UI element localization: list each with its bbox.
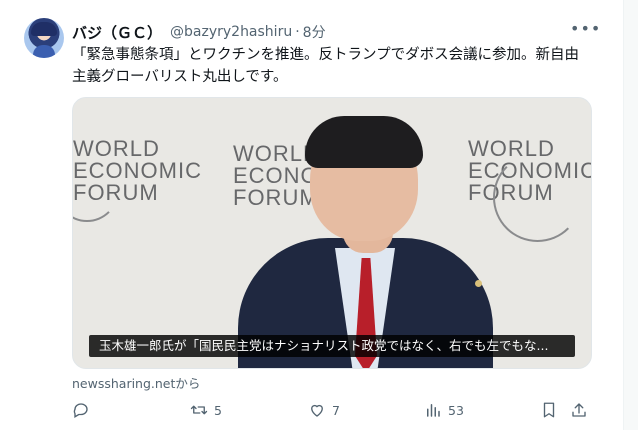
avatar-body: [33, 45, 55, 58]
video-caption: 玉木雄一郎氏が「国民民主党はナショナリスト政党ではなく、右でも左でもな...: [89, 335, 575, 357]
views-button[interactable]: 53: [424, 398, 464, 422]
action-bar: 5 7 53: [72, 398, 592, 422]
timestamp[interactable]: 8分: [303, 22, 326, 42]
reply-icon: [73, 403, 88, 418]
retweet-button[interactable]: 5: [190, 398, 222, 422]
views-count: 53: [448, 402, 464, 418]
video-card[interactable]: WORLD ECONOMIC FORUM WORLD ECONOMIC FORU…: [72, 97, 592, 369]
share-button[interactable]: [570, 398, 588, 422]
wef-arc-right: [493, 153, 582, 242]
tweet-text: 「緊急事態条項」とワクチンを推進。反トランプでダボス会議に参加。新自由主義グロー…: [72, 47, 580, 85]
like-count: 7: [332, 402, 340, 418]
user-handle[interactable]: @bazyry2hashiru: [170, 24, 292, 40]
retweet-count: 5: [214, 402, 222, 418]
avatar-hair: [31, 22, 57, 36]
retweet-icon: [190, 405, 208, 415]
ellipsis-icon: •••: [570, 19, 602, 38]
bookmark-button[interactable]: [540, 398, 558, 422]
lapel-pin: [475, 280, 482, 287]
speaker-hair: [305, 116, 423, 168]
share-icon: [572, 403, 586, 417]
page-scrollbar-area[interactable]: [624, 0, 638, 430]
tweet-header: バジ（ＧＣ） @bazyry2hashiru · 8分: [72, 22, 326, 42]
bookmark-icon: [543, 402, 555, 418]
separator-dot: ·: [295, 24, 300, 40]
more-options-button[interactable]: •••: [570, 21, 600, 40]
heart-icon: [311, 404, 323, 417]
views-icon: [427, 404, 440, 417]
display-name[interactable]: バジ（ＧＣ）: [72, 22, 162, 43]
wef-logo-left-line-1: WORLD: [73, 136, 160, 161]
reply-button[interactable]: [72, 398, 90, 422]
avatar[interactable]: [24, 18, 64, 58]
source-link[interactable]: newssharing.netから: [72, 373, 200, 392]
like-button[interactable]: 7: [308, 398, 340, 422]
